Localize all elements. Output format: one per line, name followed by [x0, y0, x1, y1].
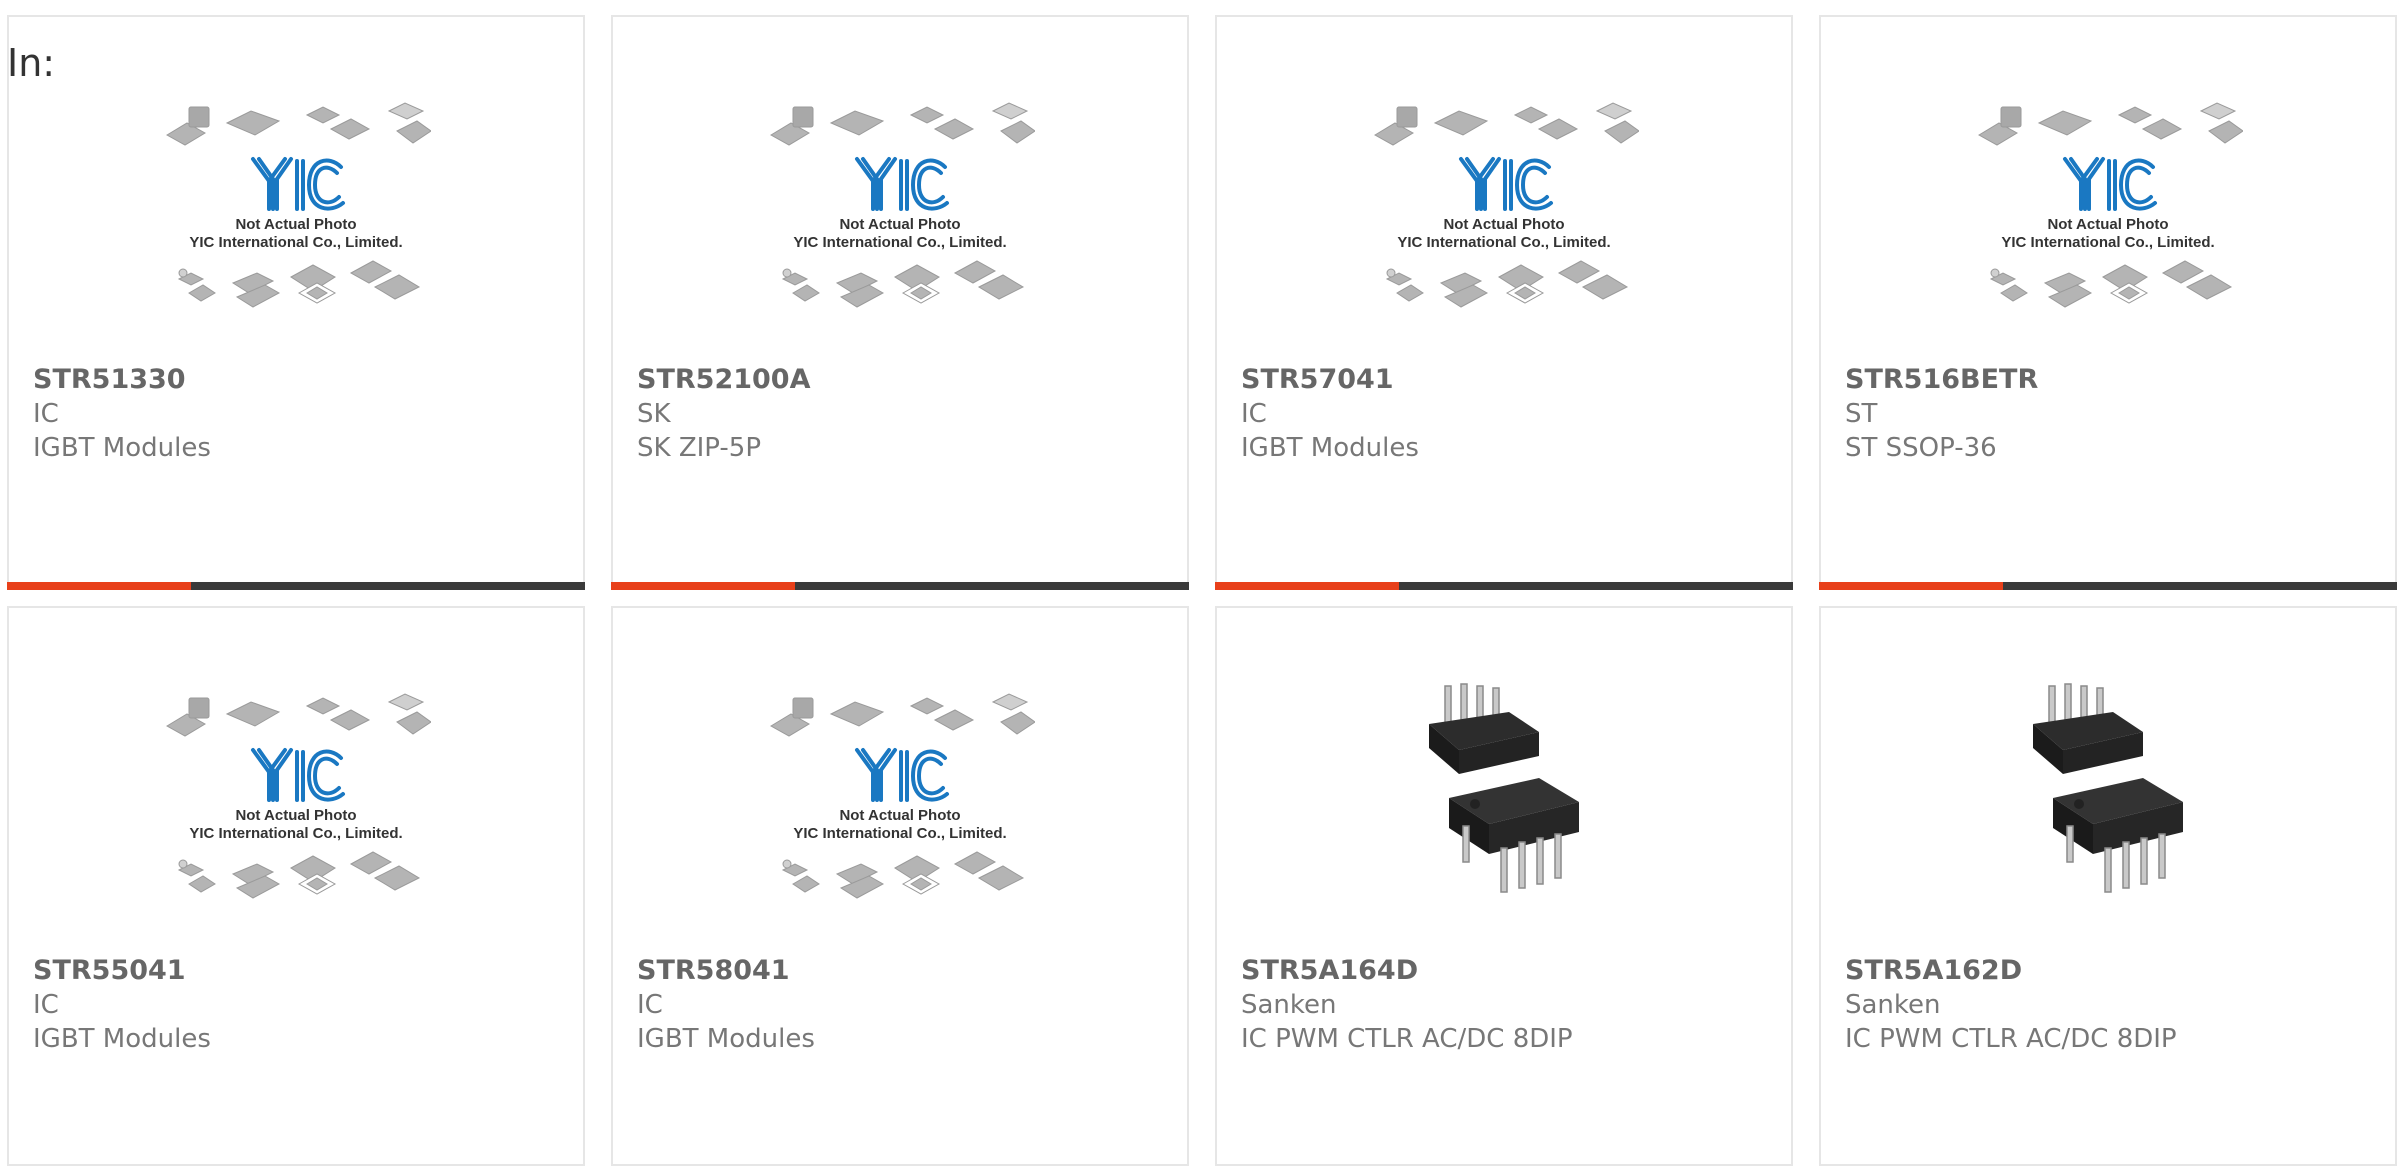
svg-text:YIC International Co., Limited: YIC International Co., Limited.: [2001, 234, 2214, 251]
part-number[interactable]: STR55041: [33, 954, 211, 988]
svg-text:YIC International Co., Limited: YIC International Co., Limited.: [793, 234, 1006, 251]
svg-text:Not Actual Photo: Not Actual Photo: [1443, 216, 1564, 233]
product-info: STR52100A SK SK ZIP-5P: [637, 363, 810, 465]
card-accent-bar: [611, 582, 795, 590]
description: IGBT Modules: [33, 433, 211, 463]
description: IC PWM CTLR AC/DC 8DIP: [1241, 1024, 1573, 1054]
manufacturer: ST: [1845, 399, 1878, 429]
product-image[interactable]: Not Actual Photo YIC International Co., …: [613, 97, 1187, 377]
product-card[interactable]: STR5A162D Sanken IC PWM CTLR AC/DC 8DIP: [1819, 606, 2397, 1166]
part-number[interactable]: STR5A162D: [1845, 954, 2177, 988]
svg-text:YIC International Co., Limited: YIC International Co., Limited.: [189, 825, 402, 842]
description: IC PWM CTLR AC/DC 8DIP: [1845, 1024, 2177, 1054]
product-card[interactable]: STR5A164D Sanken IC PWM CTLR AC/DC 8DIP: [1215, 606, 1793, 1166]
svg-text:Not Actual Photo: Not Actual Photo: [235, 807, 356, 824]
svg-text:Not Actual Photo: Not Actual Photo: [839, 216, 960, 233]
placeholder-product-image: Not Actual Photo YIC International Co., …: [770, 102, 1035, 308]
part-number[interactable]: STR5A164D: [1241, 954, 1573, 988]
dip8-chip-image: [1993, 678, 2223, 918]
svg-text:Not Actual Photo: Not Actual Photo: [839, 807, 960, 824]
card-accent-bar: [1819, 582, 2003, 590]
product-info: STR58041 IC IGBT Modules: [637, 954, 815, 1056]
product-info: STR55041 IC IGBT Modules: [33, 954, 211, 1056]
placeholder-product-image: Not Actual Photo YIC International Co., …: [166, 693, 431, 899]
manufacturer: IC: [33, 990, 59, 1020]
filter-in-label: In:: [7, 41, 56, 85]
product-info: STR5A162D Sanken IC PWM CTLR AC/DC 8DIP: [1845, 954, 2177, 1056]
description: IGBT Modules: [637, 1024, 815, 1054]
part-number[interactable]: STR57041: [1241, 363, 1419, 397]
product-info: STR57041 IC IGBT Modules: [1241, 363, 1419, 465]
card-accent-bar: [1215, 582, 1399, 590]
svg-text:Not Actual Photo: Not Actual Photo: [235, 216, 356, 233]
product-info: STR5A164D Sanken IC PWM CTLR AC/DC 8DIP: [1241, 954, 1573, 1056]
card-bottom-bar: [7, 582, 585, 590]
description: IGBT Modules: [33, 1024, 211, 1054]
svg-text:YIC International Co., Limited: YIC International Co., Limited.: [793, 825, 1006, 842]
product-info: STR51330 IC IGBT Modules: [33, 363, 211, 465]
dip8-chip-image: [1389, 678, 1619, 918]
part-number[interactable]: STR516BETR: [1845, 363, 2038, 397]
product-image[interactable]: Not Actual Photo YIC International Co., …: [1821, 97, 2395, 377]
placeholder-product-image: Not Actual Photo YIC International Co., …: [1374, 102, 1639, 308]
product-card[interactable]: Not Actual Photo YIC International Co., …: [611, 606, 1189, 1166]
product-card[interactable]: Not Actual Photo YIC International Co., …: [7, 606, 585, 1166]
product-image[interactable]: Not Actual Photo YIC International Co., …: [613, 688, 1187, 968]
svg-text:YIC International Co., Limited: YIC International Co., Limited.: [1397, 234, 1610, 251]
manufacturer: IC: [1241, 399, 1267, 429]
card-accent-bar: [7, 582, 191, 590]
part-number[interactable]: STR51330: [33, 363, 211, 397]
placeholder-product-image: Not Actual Photo YIC International Co., …: [166, 102, 431, 308]
product-card[interactable]: Not Actual Photo YIC International Co., …: [1819, 15, 2397, 590]
manufacturer: Sanken: [1241, 990, 1337, 1020]
placeholder-product-image: Not Actual Photo YIC International Co., …: [770, 693, 1035, 899]
svg-text:Not Actual Photo: Not Actual Photo: [2047, 216, 2168, 233]
product-image[interactable]: Not Actual Photo YIC International Co., …: [9, 97, 583, 377]
manufacturer: IC: [637, 990, 663, 1020]
product-card[interactable]: Not Actual Photo YIC International Co., …: [1215, 15, 1793, 590]
manufacturer: SK: [637, 399, 671, 429]
product-card[interactable]: Not Actual Photo YIC International Co., …: [611, 15, 1189, 590]
card-bottom-bar: [1215, 582, 1793, 590]
product-info: STR516BETR ST ST SSOP-36: [1845, 363, 2038, 465]
svg-text:YIC International Co., Limited: YIC International Co., Limited.: [189, 234, 402, 251]
card-bottom-bar: [611, 582, 1189, 590]
product-image[interactable]: [1217, 678, 1791, 958]
manufacturer: IC: [33, 399, 59, 429]
manufacturer: Sanken: [1845, 990, 1941, 1020]
product-card[interactable]: Not Actual Photo YIC International Co., …: [7, 15, 585, 590]
product-image[interactable]: Not Actual Photo YIC International Co., …: [9, 688, 583, 968]
placeholder-product-image: Not Actual Photo YIC International Co., …: [1978, 102, 2243, 308]
product-image[interactable]: Not Actual Photo YIC International Co., …: [1217, 97, 1791, 377]
part-number[interactable]: STR52100A: [637, 363, 810, 397]
description: ST SSOP-36: [1845, 433, 1997, 463]
card-bottom-bar: [1819, 582, 2397, 590]
description: IGBT Modules: [1241, 433, 1419, 463]
part-number[interactable]: STR58041: [637, 954, 815, 988]
product-image[interactable]: [1821, 678, 2395, 958]
description: SK ZIP-5P: [637, 433, 762, 463]
